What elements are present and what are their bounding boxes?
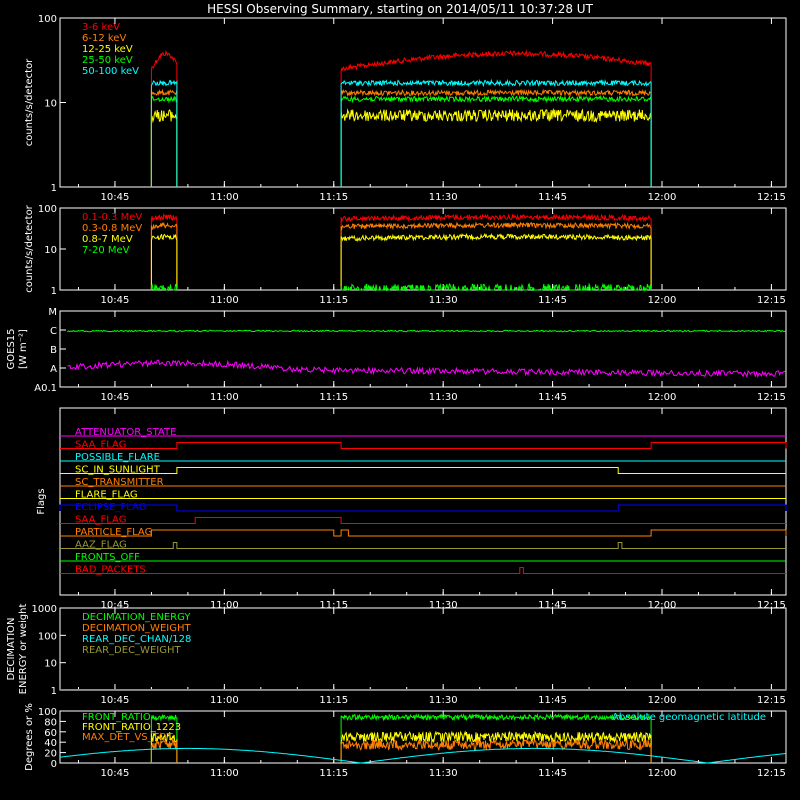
panel2-ytick-label: 100 [38,204,57,215]
panel5-legend-entry: REAR_DEC_CHAN/128 [82,634,191,645]
panel5-legend-entry: DECIMATION_ENERGY [82,612,191,623]
panel6-ytick-label: 40 [44,738,57,749]
panel5-xtick-label: 11:00 [210,695,239,706]
panel1-legend-entry: 50-100 keV [82,66,139,77]
panel6-ytick-label: 20 [44,749,57,760]
panel1-legend-entry: 3-6 keV [82,22,120,33]
panel6-ytick-label: 100 [38,707,57,718]
panel5-legend-entry: REAR_DEC_WEIGHT [82,645,181,656]
panel3-xtick-label: 11:45 [538,392,567,403]
panel3-ylabel: GOES15 [6,328,17,369]
panel1-legend-entry: 25-50 keV [82,55,133,66]
panel2-legend-entry: 0.1-0.3 MeV [82,212,142,223]
panel6-annotation: Absolute geomagnetic latitude [612,712,766,723]
panel6-ytick-label: 0 [51,759,57,770]
panel5-ytick-label: 1 [51,686,57,697]
panel2-xtick-label: 11:15 [319,295,348,306]
panel2-ylabel: counts/s/detector [24,204,35,292]
panel5-xtick-label: 11:45 [538,695,567,706]
panel3-ylabel-unit: [W m⁻²] [18,329,29,369]
panel6-xtick-label: 11:30 [429,768,458,779]
panel5-ytick-label: 10 [44,659,57,670]
panel5-ytick-label: 100 [38,631,57,642]
panel1-xtick-label: 12:15 [757,192,786,203]
panel3-xtick-label: 10:45 [101,392,130,403]
panel1-xtick-label: 11:45 [538,192,567,203]
panel1-xtick-label: 11:15 [319,192,348,203]
panel5-xtick-label: 12:00 [648,695,677,706]
panel3-ytick-label: A [50,364,57,375]
panel1-xtick-label: 11:00 [210,192,239,203]
panel5-xtick-label: 12:15 [757,695,786,706]
panel1-legend-entry: 6-12 keV [82,33,126,44]
chart-title: HESSI Observing Summary, starting on 201… [207,2,593,16]
panel2-xtick-label: 12:00 [648,295,677,306]
panel4-ylabel: Flags [36,488,47,514]
panel2-legend-entry: 0.8-7 MeV [82,234,133,245]
panel1-xtick-label: 10:45 [101,192,130,203]
panel2-xtick-label: 11:00 [210,295,239,306]
panel3-ytick-label: M [48,307,57,318]
panel6-legend-entry: MAX_DET_VS_TOT [82,732,174,743]
panel6-xtick-label: 11:00 [210,768,239,779]
hessi-summary-plot: HESSI Observing Summary, starting on 201… [0,0,800,800]
panel6-xtick-label: 12:15 [757,768,786,779]
panel5-xtick-label: 11:30 [429,695,458,706]
panel1-xtick-label: 11:30 [429,192,458,203]
panel5-xtick-label: 11:15 [319,695,348,706]
panel5-ytick-label: 1000 [32,604,57,615]
panel2-ytick-label: 1 [51,286,57,297]
panel3-xtick-label: 11:15 [319,392,348,403]
panel5-legend-entry: DECIMATION_WEIGHT [82,623,191,634]
panel1-xtick-label: 12:00 [648,192,677,203]
panel5-xtick-label: 10:45 [101,695,130,706]
panel1-ylabel: counts/s/detector [24,58,35,146]
panel6-ylabel: Degrees or % [24,703,35,771]
panel1-ytick-label: 1 [51,183,57,194]
panel1-ytick-label: 100 [38,14,57,25]
panel6-xtick-label: 11:45 [538,768,567,779]
panel3-ytick-label: A0.1 [34,383,57,394]
panel6-xtick-label: 10:45 [101,768,130,779]
panel3-xtick-label: 11:00 [210,392,239,403]
panel2-legend-entry: 7-20 MeV [82,245,130,256]
panel6-xtick-label: 11:15 [319,768,348,779]
panel4-flag-label: ECLIPSE_FLAG [75,502,146,513]
panel1-legend-entry: 12-25 keV [82,44,133,55]
panel5-ylabel2: ENERGY or weight [18,604,29,695]
panel6-ytick-label: 60 [44,728,57,739]
panel3-xtick-label: 12:00 [648,392,677,403]
panel6-ytick-label: 80 [44,717,57,728]
panel2-ytick-label: 10 [44,245,57,256]
panel5-ylabel: DECIMATION [6,617,17,680]
panel1-ytick-label: 10 [44,99,57,110]
panel3-xtick-label: 11:30 [429,392,458,403]
panel2-xtick-label: 11:45 [538,295,567,306]
panel3-xtick-label: 12:15 [757,392,786,403]
panel3-ytick-label: B [50,345,57,356]
panel3-ytick-label: C [50,326,57,337]
panel6-xtick-label: 12:00 [648,768,677,779]
panel2-xtick-label: 11:30 [429,295,458,306]
panel2-legend-entry: 0.3-0.8 MeV [82,223,142,234]
panel2-xtick-label: 10:45 [101,295,130,306]
panel2-xtick-label: 12:15 [757,295,786,306]
